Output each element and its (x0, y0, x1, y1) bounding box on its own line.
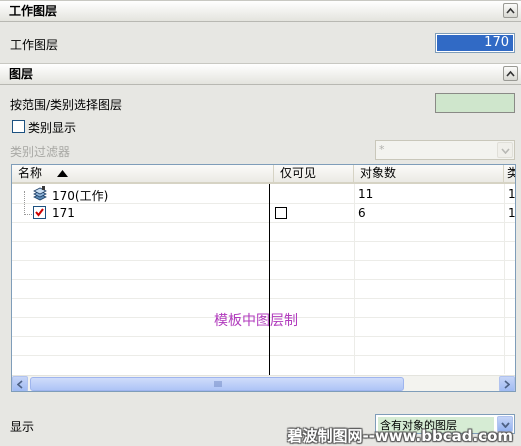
work-layer-section-title: 工作图层 (9, 4, 58, 18)
layer-category: 1 (508, 187, 516, 201)
category-display-label: 类别显示 (28, 121, 77, 135)
chevron-up-icon (506, 7, 515, 14)
visible-only-checkbox[interactable] (275, 207, 287, 219)
sort-ascending-icon (57, 170, 68, 177)
category-filter-value: * (379, 143, 385, 156)
layer-object-count: 6 (358, 206, 366, 220)
work-layer-section-header[interactable]: 工作图层 (0, 0, 521, 22)
layer-category: 1 (508, 206, 516, 220)
dropdown-arrow-icon[interactable] (497, 142, 513, 158)
grid-line (12, 260, 515, 261)
scroll-left-button[interactable] (12, 376, 28, 391)
layer-list-header: 名称 仅可见 对象数 类 (12, 165, 515, 184)
site-watermark: 碧波制图网--www.bbcad.com (287, 427, 513, 445)
chevron-left-icon (17, 380, 23, 389)
collapse-layer-section-button[interactable] (503, 66, 518, 81)
layer-visible-checkbox[interactable] (33, 206, 46, 219)
layer-name: 170(工作) (52, 189, 109, 203)
category-filter-combo[interactable]: * (375, 140, 515, 160)
display-label: 显示 (10, 420, 35, 434)
chevron-right-icon (504, 380, 510, 389)
layer-section-title: 图层 (9, 67, 34, 81)
grid-line (12, 355, 515, 356)
grid-line (12, 298, 515, 299)
work-layer-input[interactable]: 170 (435, 33, 515, 53)
work-layer-input-value: 170 (437, 35, 513, 51)
select-by-range-label: 按范围/类别选择图层 (10, 98, 123, 112)
grid-line (12, 279, 515, 280)
layers-stack-icon (32, 186, 48, 205)
table-row[interactable]: 170(工作) 11 1 (12, 185, 516, 205)
column-header-name[interactable]: 名称 (12, 165, 274, 182)
column-header-visible-only-label: 仅可见 (280, 166, 317, 180)
column-header-category[interactable]: 类 (504, 165, 515, 182)
grid-line (12, 336, 515, 337)
category-display-checkbox[interactable] (12, 120, 25, 133)
grid-line (12, 241, 515, 242)
table-row[interactable]: 171 6 1 (12, 204, 516, 223)
checkmark-icon (35, 208, 44, 217)
column-header-category-label: 类 (507, 166, 515, 180)
annotation-text: 模板中图层制 (214, 313, 298, 329)
collapse-work-layer-button[interactable] (503, 3, 518, 18)
column-header-object-count[interactable]: 对象数 (354, 165, 504, 182)
column-header-name-label: 名称 (18, 166, 43, 180)
layer-list[interactable]: 名称 仅可见 对象数 类 (11, 164, 516, 392)
work-layer-label: 工作图层 (10, 38, 59, 52)
scroll-right-button[interactable] (499, 376, 515, 391)
column-header-object-count-label: 对象数 (360, 166, 397, 180)
scroll-thumb[interactable] (30, 377, 404, 391)
category-color-field[interactable] (435, 93, 515, 113)
layer-name: 171 (52, 206, 75, 220)
category-filter-label: 类别过滤器 (10, 145, 71, 159)
chevron-up-icon (506, 70, 515, 77)
grip-icon (214, 381, 222, 387)
horizontal-scrollbar[interactable] (12, 375, 515, 391)
layer-section-header[interactable]: 图层 (0, 63, 521, 85)
layer-object-count: 11 (358, 187, 374, 201)
column-header-visible-only[interactable]: 仅可见 (274, 165, 354, 182)
